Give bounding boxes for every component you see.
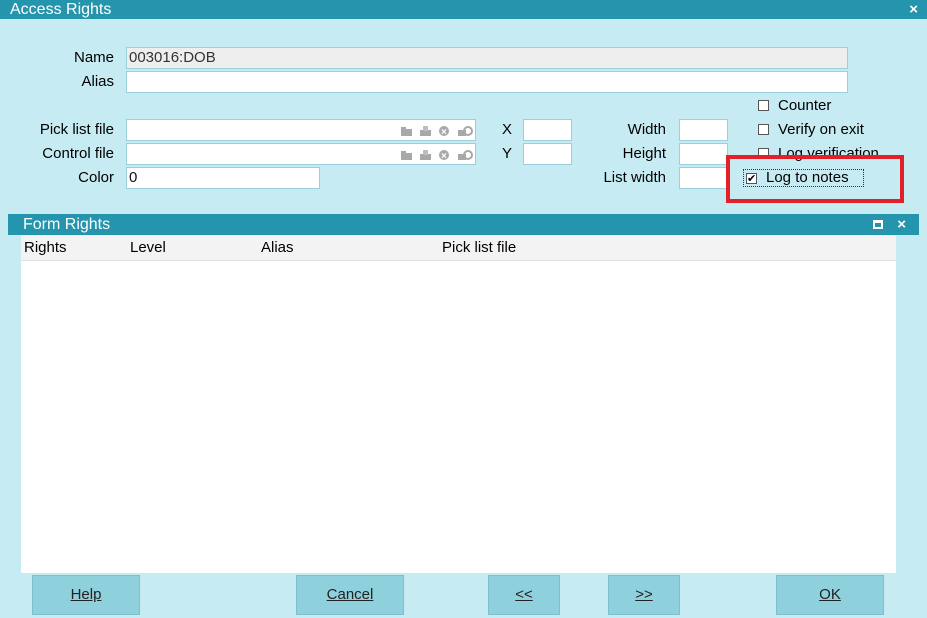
pick-list-file-actions: [401, 121, 473, 143]
lock-icon[interactable]: [458, 150, 473, 160]
ok-button[interactable]: OK: [776, 575, 884, 615]
folder-icon[interactable]: [401, 150, 412, 160]
alias-field[interactable]: [126, 71, 848, 93]
counter-checkbox-box[interactable]: [758, 99, 769, 111]
form-rights-title-bar: Form Rights ×: [8, 214, 919, 235]
close-icon[interactable]: ×: [897, 214, 906, 235]
lock-icon[interactable]: [458, 126, 473, 136]
y-field[interactable]: [523, 143, 572, 165]
form-rights-grid[interactable]: Rights Level Alias Pick list file: [21, 235, 896, 573]
pick-list-file-label: Pick list file: [39, 121, 114, 138]
alias-label: Alias: [81, 73, 114, 90]
pick-list-file-field[interactable]: [126, 119, 476, 143]
maximize-icon[interactable]: [873, 220, 883, 229]
next-button[interactable]: >>: [608, 575, 680, 615]
height-label: Height: [622, 145, 666, 162]
color-field[interactable]: 0: [126, 167, 320, 189]
cancel-button[interactable]: Cancel: [296, 575, 404, 615]
column-header-level[interactable]: Level: [130, 239, 166, 256]
control-file-actions: [401, 145, 473, 167]
x-field[interactable]: [523, 119, 572, 141]
close-icon[interactable]: ×: [909, 0, 918, 19]
width-label: Width: [627, 121, 666, 138]
control-file-field[interactable]: [126, 143, 476, 167]
verify-on-exit-checkbox[interactable]: Verify on exit: [758, 119, 864, 139]
previous-button[interactable]: <<: [488, 575, 560, 615]
grid-header: Rights Level Alias Pick list file: [21, 235, 896, 261]
highlight-box: [726, 155, 904, 203]
x-label: X: [501, 121, 512, 138]
list-width-field[interactable]: [679, 167, 728, 189]
y-label: Y: [501, 145, 512, 162]
folder-icon[interactable]: [401, 126, 412, 136]
printer-icon[interactable]: [420, 126, 431, 136]
window-title-bar: Access Rights ×: [0, 0, 927, 19]
verify-on-exit-label: Verify on exit: [778, 120, 864, 138]
window-title: Access Rights: [10, 1, 112, 18]
name-field[interactable]: 003016:DOB: [126, 47, 848, 69]
counter-checkbox[interactable]: Counter: [758, 95, 831, 115]
verify-on-exit-checkbox-box[interactable]: [758, 123, 769, 135]
form-rights-title: Form Rights: [23, 216, 111, 233]
control-file-label: Control file: [42, 145, 114, 162]
printer-icon[interactable]: [420, 150, 431, 160]
counter-label: Counter: [778, 96, 832, 114]
column-header-rights[interactable]: Rights: [24, 239, 67, 256]
height-field[interactable]: [679, 143, 728, 165]
list-width-label: List width: [603, 169, 666, 186]
color-label: Color: [78, 169, 114, 186]
clear-icon[interactable]: [439, 123, 450, 143]
name-label: Name: [73, 49, 114, 66]
column-header-alias[interactable]: Alias: [261, 239, 294, 256]
column-header-pick-list-file[interactable]: Pick list file: [442, 239, 516, 256]
clear-icon[interactable]: [439, 147, 450, 167]
width-field[interactable]: [679, 119, 728, 141]
help-button[interactable]: Help: [32, 575, 140, 615]
